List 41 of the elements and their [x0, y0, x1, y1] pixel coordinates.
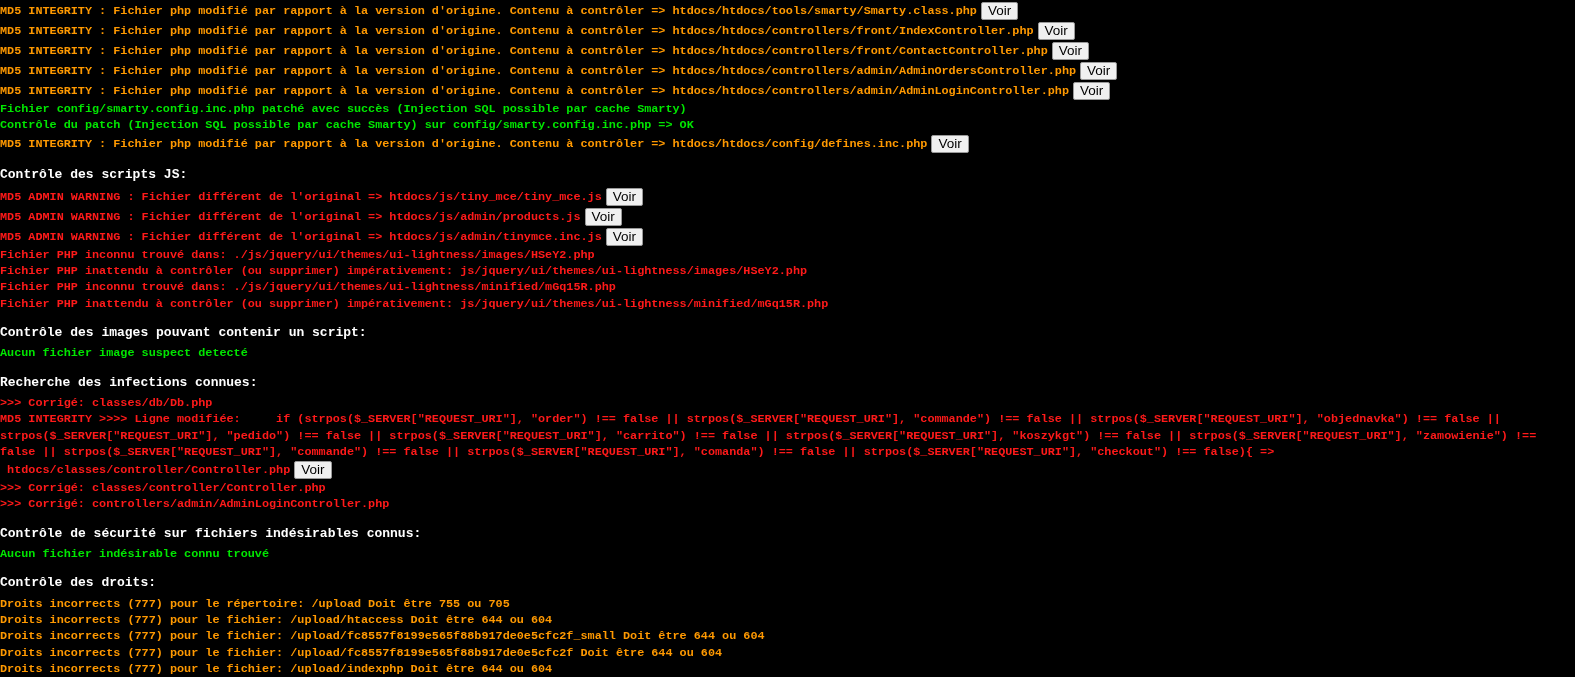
- log-message: MD5 ADMIN WARNING : Fichier différent de l'original => htdocs/js/tiny_mce/tiny_mce.js: [0, 190, 602, 204]
- section-heading: Contrôle des scripts JS:: [0, 166, 189, 183]
- log-message: Fichier PHP inattendu à contrôler (ou supprimer) impérativement: js/jquery/ui/themes/ui-lightness/minified/mGq15R.php: [0, 296, 829, 311]
- log-message: >>> Corrigé: classes/controller/Controller.php: [0, 481, 326, 496]
- log-message: Droits incorrects (777) pour le fichier: /upload/fc8557f8199e565f88b917de0e5cfc2f Doit être 644 ou 604: [0, 645, 723, 660]
- log-message: MD5 ADMIN WARNING : Fichier différent de l'original => htdocs/js/admin/products.js: [0, 210, 581, 224]
- file-path: htdocs/classes/controller/Controller.php: [7, 463, 291, 478]
- log-message: Aucun fichier indésirable connu trouvé: [0, 547, 269, 562]
- log-message: >>> Corrigé: controllers/admin/AdminLoginController.php: [0, 497, 390, 512]
- log-message: MD5 INTEGRITY : Fichier php modifié par rapport à la version d'origine. Contenu à contrôler => htdocs/htdocs/tools/smarty/Smarty.class.php: [0, 4, 977, 19]
- log-message: Droits incorrects (777) pour le répertoire: /upload Doit être 755 ou 705: [0, 596, 510, 611]
- view-button[interactable]: Voir: [1073, 82, 1111, 100]
- log-message: MD5 INTEGRITY : Fichier php modifié par rapport à la version d'origine. Contenu à contrôler => htdocs/htdocs/controllers/admin/AdminOrdersController.php: [0, 64, 1077, 79]
- log-message: Contrôle du patch (Injection SQL possible par cache Smarty) sur config/smarty.config.inc.php => OK: [0, 118, 694, 133]
- log-message: MD5 INTEGRITY : Fichier php modifié par rapport à la version d'origine. Contenu à contrôler => htdocs/htdocs/controllers/front/ContactController.php: [0, 44, 1048, 59]
- log-message: MD5 ADMIN WARNING : Fichier différent de l'original => htdocs/js/admin/tinymce.inc.js: [0, 230, 602, 244]
- view-button[interactable]: Voir: [294, 461, 332, 480]
- log-message: Droits incorrects (777) pour le fichier: /upload/htaccess Doit être 644 ou 604: [0, 612, 553, 627]
- view-button[interactable]: Voir: [1051, 42, 1089, 60]
- view-button[interactable]: Voir: [931, 134, 969, 153]
- view-button[interactable]: Voir: [584, 207, 622, 226]
- log-message: MD5 INTEGRITY : Fichier php modifié par rapport à la version d'origine. Contenu à contrôler => htdocs/htdocs/config/defines.inc.php: [0, 136, 928, 151]
- view-button[interactable]: Voir: [605, 187, 643, 206]
- section-heading: Contrôle des images pouvant contenir un script:: [0, 325, 368, 342]
- log-message: Droits incorrects (777) pour le fichier: /upload/fc8557f8199e565f88b917de0e5cfc2f_small Doit être 644 ou 604: [0, 629, 765, 644]
- section-heading: Contrôle des droits:: [0, 575, 158, 592]
- log-message: Fichier PHP inattendu à contrôler (ou supprimer) impérativement: js/jquery/ui/themes/ui-lightness/images/HSeY2.php: [0, 264, 808, 279]
- view-button[interactable]: Voir: [605, 227, 643, 246]
- log-message: Aucun fichier image suspect detecté: [0, 346, 248, 361]
- log-message: Fichier config/smarty.config.inc.php patché avec succès (Injection SQL possible par cache Smarty): [0, 102, 687, 116]
- section-heading: Contrôle de sécurité sur fichiers indésirables connus:: [0, 525, 423, 543]
- view-button[interactable]: Voir: [980, 2, 1019, 20]
- view-button[interactable]: Voir: [1037, 22, 1075, 40]
- log-message: Droits incorrects (777) pour le fichier: /upload/indexphp Doit être 644 ou 604: [0, 661, 553, 676]
- view-button[interactable]: Voir: [1080, 62, 1118, 80]
- log-message: Fichier PHP inconnu trouvé dans: ./js/jquery/ui/themes/ui-lightness/images/HSeY2.php: [0, 247, 595, 262]
- log-message: Fichier PHP inconnu trouvé dans: ./js/jquery/ui/themes/ui-lightness/minified/mGq15R.php: [0, 280, 616, 295]
- log-message: MD5 INTEGRITY : Fichier php modifié par rapport à la version d'origine. Contenu à contrôler => htdocs/htdocs/controllers/admin/AdminLoginController.php: [0, 84, 1069, 99]
- log-message: >>> Corrigé: classes/db/Db.php: [0, 395, 213, 410]
- section-heading: Recherche des infections connues:: [0, 374, 259, 391]
- log-message: MD5 INTEGRITY : Fichier php modifié par rapport à la version d'origine. Contenu à contrôler => htdocs/htdocs/controllers/front/IndexController.php: [0, 24, 1034, 39]
